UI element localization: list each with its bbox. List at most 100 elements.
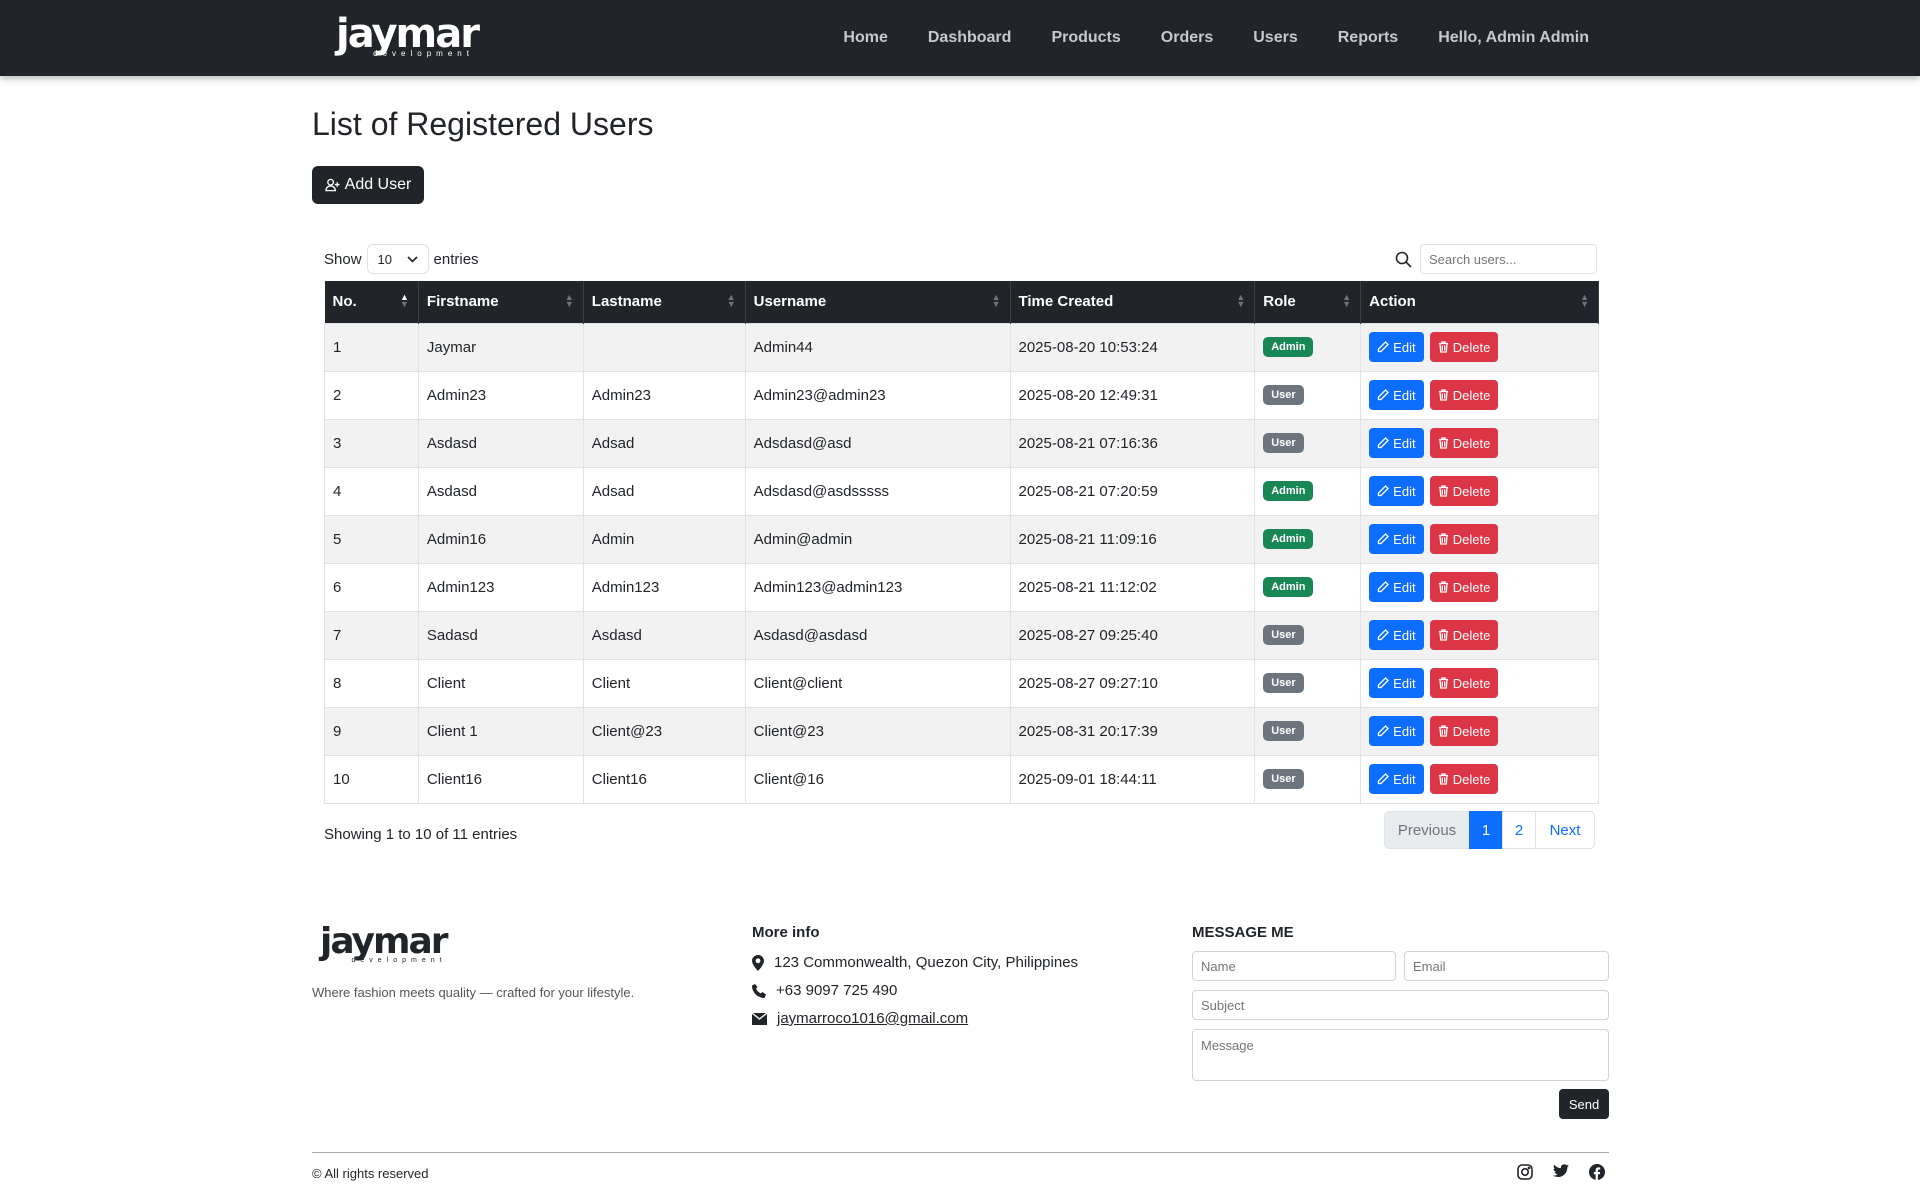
subject-field[interactable]: [1192, 990, 1609, 1020]
message-field[interactable]: [1192, 1029, 1609, 1081]
pagination-previous[interactable]: Previous: [1384, 811, 1470, 849]
trash-icon: [1438, 485, 1448, 497]
cell-firstname: Jaymar: [417, 322, 584, 372]
brand-logo[interactable]: jaymar development: [336, 14, 480, 58]
cell-firstname: Client16: [417, 754, 584, 804]
edit-button[interactable]: Edit: [1369, 620, 1424, 650]
phone-line: +63 9097 725 490: [752, 982, 897, 999]
edit-button[interactable]: Edit: [1369, 380, 1424, 410]
col-header-username[interactable]: Username ▲ ▼: [745, 281, 1011, 323]
add-user-button[interactable]: Add User: [312, 166, 424, 204]
col-header-time-created[interactable]: Time Created ▲ ▼: [1010, 281, 1256, 323]
cell-no: 2: [324, 370, 419, 420]
nav-home[interactable]: Home: [843, 29, 887, 47]
table-row: 3 Asdasd Adsad Adsdasd@asd 2025-08-21 07:16:…: [324, 418, 1599, 468]
send-button[interactable]: Send: [1559, 1089, 1609, 1119]
table-header-row: No. ▲ ▼ Firstname ▲ ▼ Lastname ▲ ▼ Username ▲ ▼ …: [324, 281, 1599, 323]
cell-time-created: 2025-08-20 12:49:31: [1009, 370, 1256, 420]
cell-time-created: 2025-08-27 09:27:10: [1009, 658, 1256, 708]
user-plus-icon: [324, 178, 340, 192]
cell-action: Edit Delete: [1360, 370, 1599, 420]
role-badge: Admin: [1263, 481, 1314, 501]
delete-button[interactable]: Delete: [1429, 668, 1499, 698]
cell-firstname: Admin16: [417, 514, 584, 564]
delete-button[interactable]: Delete: [1429, 332, 1499, 362]
search-input[interactable]: [1420, 244, 1597, 274]
delete-label: Delete: [1452, 675, 1491, 691]
cell-no: 9: [324, 706, 419, 756]
delete-button[interactable]: Delete: [1429, 764, 1499, 794]
delete-button[interactable]: Delete: [1429, 524, 1499, 554]
nav-user-menu[interactable]: Hello, Admin Admin: [1438, 29, 1589, 47]
cell-role: User: [1254, 706, 1362, 756]
edit-label: Edit: [1393, 723, 1416, 739]
cell-username: Client@client: [744, 658, 1011, 708]
entries-select[interactable]: 10: [366, 244, 429, 274]
cell-firstname: Admin123: [417, 562, 584, 612]
edit-button[interactable]: Edit: [1369, 716, 1424, 746]
pencil-icon: [1378, 581, 1390, 593]
search-icon: [1395, 251, 1412, 268]
pencil-icon: [1378, 773, 1390, 785]
edit-button[interactable]: Edit: [1369, 524, 1424, 554]
edit-label: Edit: [1393, 579, 1416, 595]
trash-icon: [1438, 725, 1448, 737]
edit-button[interactable]: Edit: [1369, 476, 1424, 506]
table-row: 7 Sadasd Asdasd Asdasd@asdasd 2025-08-27 09:…: [324, 610, 1599, 660]
cell-role: User: [1254, 610, 1362, 660]
edit-button[interactable]: Edit: [1369, 572, 1424, 602]
nav-users[interactable]: Users: [1253, 29, 1297, 47]
cell-username: Admin@admin: [744, 514, 1011, 564]
pencil-icon: [1378, 725, 1390, 737]
edit-button[interactable]: Edit: [1369, 428, 1424, 458]
twitter-icon[interactable]: [1553, 1164, 1569, 1178]
email-line: jaymarroco1016@gmail.com: [752, 1010, 968, 1027]
edit-label: Edit: [1393, 339, 1416, 355]
edit-button[interactable]: Edit: [1369, 764, 1424, 794]
delete-label: Delete: [1452, 723, 1491, 739]
pencil-icon: [1378, 341, 1390, 353]
cell-action: Edit Delete: [1360, 610, 1599, 660]
pencil-icon: [1378, 485, 1390, 497]
facebook-icon[interactable]: [1589, 1164, 1605, 1180]
pagination-page-2[interactable]: 2: [1502, 811, 1536, 849]
col-header-firstname[interactable]: Firstname ▲ ▼: [418, 281, 584, 323]
delete-button[interactable]: Delete: [1429, 380, 1499, 410]
delete-button[interactable]: Delete: [1429, 476, 1499, 506]
show-label: Show: [324, 250, 362, 268]
nav-products[interactable]: Products: [1051, 29, 1120, 47]
col-header-no[interactable]: No. ▲ ▼: [324, 281, 419, 323]
name-field[interactable]: [1192, 951, 1396, 981]
nav-reports[interactable]: Reports: [1338, 29, 1398, 47]
delete-button[interactable]: Delete: [1429, 716, 1499, 746]
email-link[interactable]: jaymarroco1016@gmail.com: [777, 1010, 968, 1027]
cell-time-created: 2025-09-01 18:44:11: [1009, 754, 1256, 804]
delete-label: Delete: [1452, 483, 1491, 499]
sort-icon: ▲ ▼: [399, 292, 409, 309]
email-field[interactable]: [1404, 951, 1609, 981]
edit-label: Edit: [1393, 387, 1416, 403]
col-header-role[interactable]: Role ▲ ▼: [1254, 281, 1362, 323]
cell-username: Adsdasd@asd: [744, 418, 1011, 468]
pagination-next[interactable]: Next: [1535, 811, 1595, 849]
edit-button[interactable]: Edit: [1369, 668, 1424, 698]
sort-icon: ▲ ▼: [1580, 292, 1589, 309]
nav-dashboard[interactable]: Dashboard: [928, 29, 1012, 47]
sort-icon: ▲ ▼: [1342, 292, 1352, 309]
edit-button[interactable]: Edit: [1369, 332, 1424, 362]
role-badge: User: [1263, 625, 1304, 645]
table-row: 6 Admin123 Admin123 Admin123@admin123 2025-0…: [324, 562, 1599, 612]
cell-role: User: [1254, 418, 1362, 468]
cell-firstname: Admin23: [417, 370, 584, 420]
delete-button[interactable]: Delete: [1429, 620, 1499, 650]
message-me-title: MESSAGE ME: [1192, 924, 1294, 941]
col-header-lastname[interactable]: Lastname ▲ ▼: [583, 281, 746, 323]
nav-orders[interactable]: Orders: [1161, 29, 1213, 47]
col-header-action[interactable]: Action ▲ ▼: [1360, 281, 1599, 323]
pagination-page-1[interactable]: 1: [1469, 811, 1503, 849]
delete-button[interactable]: Delete: [1429, 428, 1499, 458]
delete-button[interactable]: Delete: [1429, 572, 1499, 602]
instagram-icon[interactable]: [1517, 1164, 1533, 1180]
cell-no: 1: [324, 322, 419, 372]
cell-no: 5: [324, 514, 419, 564]
